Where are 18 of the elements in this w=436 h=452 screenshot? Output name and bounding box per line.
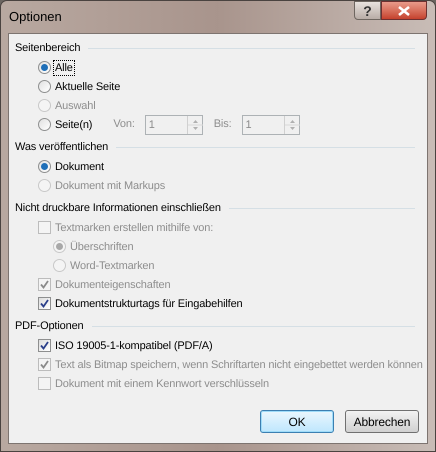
spinner-value: 1: [148, 118, 156, 132]
radio-label[interactable]: Seite(n): [54, 118, 94, 132]
spinner-value: 1: [244, 118, 252, 132]
radio-label[interactable]: Aktuelle Seite: [54, 80, 122, 94]
checkbox-label[interactable]: Dokumentstrukturtags für Eingabehilfen: [54, 296, 244, 310]
dialog-button[interactable]: OK: [260, 410, 334, 433]
dialog-button[interactable]: Abbrechen: [345, 410, 419, 433]
checkbox-label[interactable]: ISO 19005-1-kompatibel (PDF/A): [54, 338, 214, 352]
section-heading: PDF-Optionen: [15, 318, 84, 334]
section-heading: Nicht druckbare Informationen einschließen: [15, 200, 221, 216]
radio-label[interactable]: Alle: [54, 60, 74, 74]
radio-label[interactable]: Dokument: [54, 160, 105, 174]
section-heading: Was veröffentlichen: [15, 140, 108, 155]
section-heading: Seitenbereich: [15, 40, 80, 56]
spinner-label: Bis:: [214, 117, 232, 132]
spinner-label: Von:: [113, 117, 135, 132]
window-title: Optionen: [9, 8, 62, 26]
help-button[interactable]: ?: [354, 1, 381, 20]
